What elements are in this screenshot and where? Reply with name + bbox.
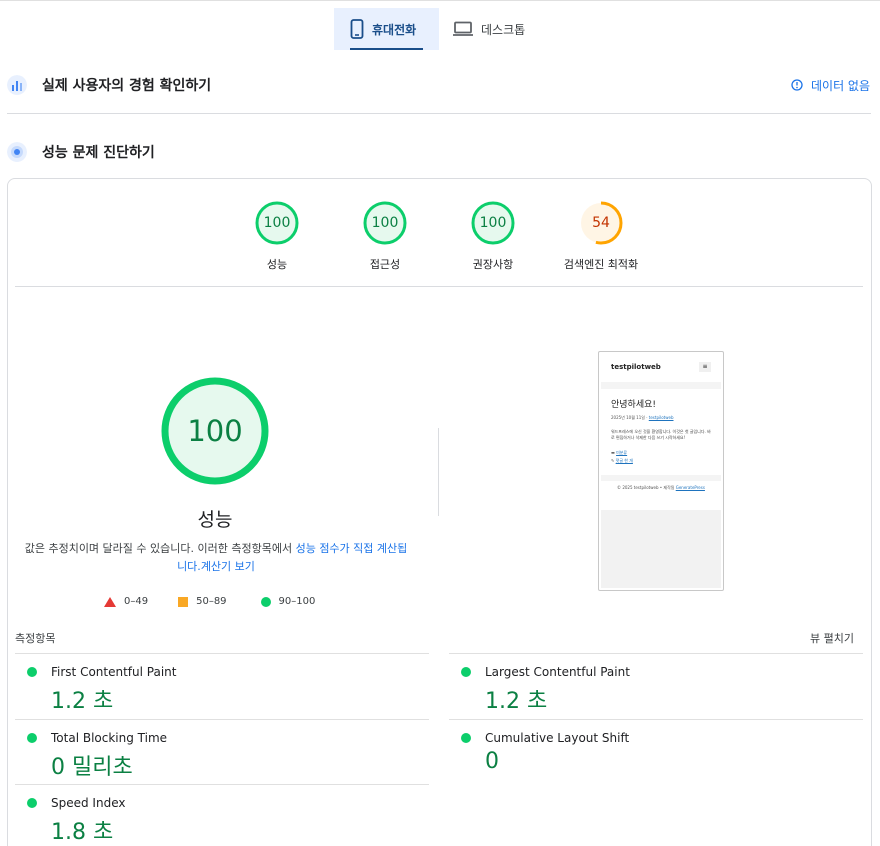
preview-text: 워드프레스에 오신 것을 환영합니다. 이것은 첫 글입니다. 바로 편집하거나… [611,429,711,440]
pass-circle-icon [27,733,37,743]
preview-site-name: testpilotweb [611,363,661,371]
preview-band [601,382,721,389]
lab-data-icon [7,142,27,162]
metric-lcp: Largest Contentful Paint 1.2 초 [449,653,863,718]
calculator-link[interactable]: 계산기 보기 [201,560,255,573]
gauge-best-practices[interactable]: 100 권장사항 [438,200,548,272]
metric-value: 1.2 초 [485,689,548,714]
legend-fail-label: 0–49 [124,596,149,607]
expand-view-button[interactable]: 뷰 펼치기 [810,630,854,646]
comment-icon: ✎ [611,458,615,463]
category-gauges: 100 성능 100 접근성 100 권장사항 54 검색엔진 최적화 [0,200,880,280]
preview-meta: 2025년 10월 11일 · testpilotweb [611,415,711,421]
fail-triangle-icon [104,596,116,607]
metrics-label: 측정항목 [15,632,56,645]
gauge-ring: 54 [578,200,624,246]
gauge-label: 성능 [266,258,288,271]
performance-description: 값은 추정치이며 달라질 수 있습니다. 이러한 측정항목에서 성능 점수가 직… [22,540,410,576]
legend-average-label: 50–89 [196,596,227,607]
tab-mobile[interactable]: 휴대전화 [334,8,439,50]
final-screenshot[interactable]: testpilotweb ≡ 안녕하세요! 2025년 10월 11일 · te… [598,351,724,591]
pass-circle-icon [27,667,37,677]
gauge-seo[interactable]: 54 검색엔진 최적화 [546,200,656,272]
metric-si: Speed Index 1.8 초 [15,784,429,846]
preview-footer: © 2025 testpilotweb • 제작됨 GeneratePress [599,485,723,491]
gauge-score: 54 [592,215,610,231]
metric-fcp: First Contentful Paint 1.2 초 [15,653,429,718]
preview-blank-area [601,510,721,588]
preview-comment-link: 댓글 한 개 [615,458,633,463]
score-legend: 0–49 50–89 90–100 [104,596,345,607]
tab-mobile-label: 휴대전화 [372,22,417,37]
preview-date: 2025년 10월 11일 · [611,415,649,420]
gauge-ring: 100 [470,200,516,246]
no-data-label: 데이터 없음 [810,78,870,93]
preview-heading: 안녕하세요! [611,400,657,410]
legend-pass-label: 90–100 [278,596,316,607]
gauge-performance[interactable]: 100 성능 [222,200,332,272]
field-data-title: 실제 사용자의 경험 확인하기 [42,78,212,94]
smartphone-icon [350,19,364,39]
preview-category: ▬ 미분류 ✎ 댓글 한 개 [611,449,711,465]
performance-score: 100 [187,414,243,448]
average-square-icon [178,596,189,607]
metric-name: First Contentful Paint [51,665,177,679]
metric-cls: Cumulative Layout Shift 0 [449,719,863,784]
metric-name: Total Blocking Time [51,731,168,745]
pass-circle-icon [260,596,271,607]
legend-average: 50–89 [178,596,227,607]
metric-name: Cumulative Layout Shift [485,731,630,745]
field-data-header: 실제 사용자의 경험 확인하기 데이터 없음 [0,62,880,108]
gauge-score: 100 [479,215,507,231]
preview-body: 안녕하세요! 2025년 10월 11일 · testpilotweb 워드프레… [599,389,723,465]
tab-desktop[interactable]: 데스크톱 [439,8,541,50]
info-icon [791,79,803,91]
vertical-divider [438,428,439,516]
field-data-icon [7,75,27,95]
performance-title: 성능 [197,509,233,531]
gauge-label: 권장사항 [472,258,514,271]
diagnose-title: 성능 문제 진단하기 [42,145,155,161]
preview-author: testpilotweb [648,415,674,420]
top-divider [0,0,880,1]
preview-header: testpilotweb ≡ [599,352,723,382]
gauge-score: 100 [371,215,399,231]
menu-icon: ≡ [699,362,711,372]
device-tabs: 휴대전화 데스크톱 [334,8,541,50]
preview-band [601,475,721,481]
pass-circle-icon [461,667,471,677]
gauge-label: 접근성 [369,258,401,271]
legend-pass: 90–100 [260,596,316,607]
preview-footer-link: GeneratePress [675,485,705,490]
laptop-icon [453,21,473,36]
tab-desktop-label: 데스크톱 [481,22,526,37]
gauge-accessibility[interactable]: 100 접근성 [330,200,440,272]
pass-circle-icon [27,798,37,808]
section-divider [7,113,871,114]
metric-name: Largest Contentful Paint [485,665,630,679]
folder-icon: ▬ [611,450,615,455]
preview-category-link: 미분류 [616,450,628,455]
metric-value: 0 밀리초 [51,755,133,780]
metric-tbt: Total Blocking Time 0 밀리초 [15,719,429,784]
metric-value: 1.2 초 [51,689,114,714]
performance-gauge: 100 [160,376,270,486]
preview-footer-text: © 2025 testpilotweb • 제작됨 [617,485,676,490]
no-data-link[interactable]: 데이터 없음 [791,77,870,94]
metric-name: Speed Index [51,796,126,810]
pass-circle-icon [461,733,471,743]
metric-value: 0 [485,749,499,774]
legend-fail: 0–49 [104,596,148,607]
gauge-score: 100 [263,215,291,231]
gauge-ring: 100 [362,200,408,246]
gauge-label: 검색엔진 최적화 [563,258,639,271]
gauges-divider [15,286,863,287]
diagnose-header: 성능 문제 진단하기 [0,129,880,175]
gauge-ring: 100 [254,200,300,246]
metric-value: 1.8 초 [51,820,114,845]
description-text: 값은 추정치이며 달라질 수 있습니다. 이러한 측정항목에서 [24,542,296,555]
